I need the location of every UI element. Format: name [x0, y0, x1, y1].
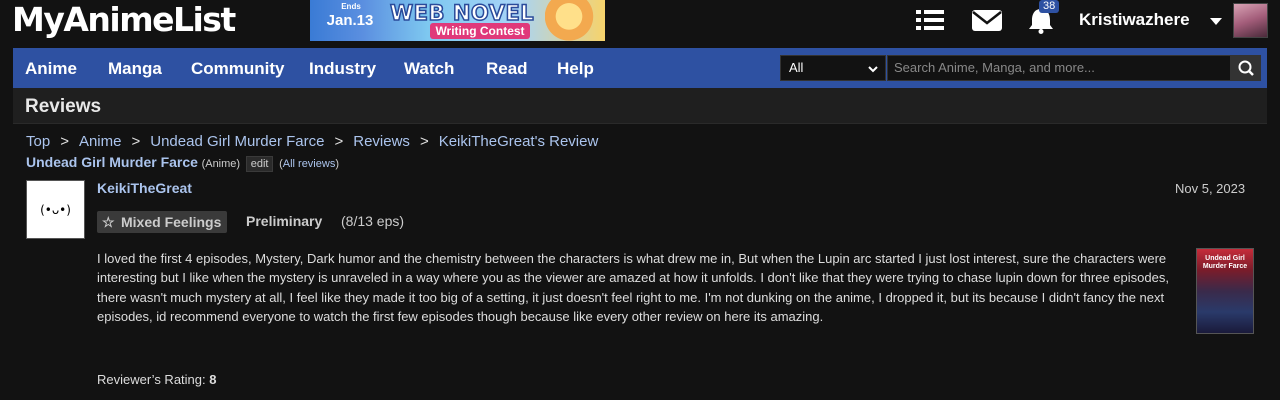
breadcrumb-top[interactable]: Top [26, 133, 50, 150]
paren-close: ) [335, 158, 339, 170]
site-header: MyAnimeList Ends Jan.13 WEB NOVEL Writin… [0, 0, 1280, 46]
anime-title-link[interactable]: Undead Girl Murder Farce [26, 154, 198, 170]
star-icon: ☆ [102, 214, 115, 230]
list-icon[interactable] [914, 6, 948, 34]
search-input[interactable]: Search Anime, Manga, and more... [887, 55, 1231, 81]
media-type: (Anime) [201, 158, 241, 170]
review-tag-label: Mixed Feelings [121, 214, 222, 230]
review-date: Nov 5, 2023 [1175, 181, 1246, 196]
search-icon [1238, 60, 1254, 76]
main-nav: Anime Manga Community Industry Watch Rea… [13, 48, 1267, 88]
banner-subtitle: Writing Contest [430, 23, 530, 39]
rating-value: 8 [209, 372, 217, 387]
preliminary-label: Preliminary [246, 213, 323, 229]
cover-title: Undead Girl Murder Farce [1202, 255, 1248, 270]
mail-icon[interactable] [970, 6, 1004, 34]
review-tag: ☆ Mixed Feelings [97, 211, 228, 233]
search-category-value: All [789, 60, 804, 75]
search-category-select[interactable]: All [780, 55, 886, 81]
breadcrumb: Top > Anime > Undead Girl Murder Farce > Revie… [26, 133, 598, 150]
breadcrumb-separator: > [334, 133, 344, 150]
breadcrumb-separator: > [131, 133, 141, 150]
banner-title: WEB NOVEL [389, 0, 535, 26]
chevron-down-icon [867, 60, 879, 84]
reviewer-rating: Reviewer’s Rating: 8 [97, 372, 216, 387]
banner-ends: Ends [341, 2, 361, 11]
rating-label: Reviewer’s Rating: [97, 372, 206, 387]
breadcrumb-separator: > [60, 133, 69, 150]
nav-community[interactable]: Community [191, 59, 285, 79]
nav-anime[interactable]: Anime [25, 59, 77, 79]
contest-banner[interactable]: Ends Jan.13 WEB NOVEL Writing Contest [310, 0, 605, 41]
nav-manga[interactable]: Manga [108, 59, 162, 79]
reviewer-avatar[interactable]: (•ᴗ•) [26, 180, 85, 239]
anime-cover-image[interactable]: Undead Girl Murder Farce [1196, 248, 1254, 334]
nav-read[interactable]: Read [486, 59, 528, 79]
all-reviews-link[interactable]: All reviews [283, 158, 336, 170]
page-header: Reviews [13, 88, 1267, 124]
avatar[interactable] [1233, 3, 1268, 38]
search-button[interactable] [1231, 55, 1261, 81]
breadcrumb-reviews[interactable]: Reviews [353, 133, 410, 150]
nav-watch[interactable]: Watch [404, 59, 454, 79]
breadcrumb-review[interactable]: KeikiTheGreat's Review [439, 133, 599, 150]
breadcrumb-title[interactable]: Undead Girl Murder Farce [150, 133, 324, 150]
review-text: I loved the first 4 episodes, Mystery, D… [97, 251, 1169, 324]
banner-date: Jan.13 [326, 12, 374, 29]
episode-progress: (8/13 eps) [341, 213, 405, 229]
breadcrumb-separator: > [419, 133, 429, 150]
site-logo[interactable]: MyAnimeList [12, 0, 236, 40]
anime-subline: Undead Girl Murder Farce (Anime) edit (A… [26, 154, 339, 172]
nav-help[interactable]: Help [557, 59, 594, 79]
page-title: Reviews [25, 96, 102, 117]
banner-character-image [545, 0, 605, 41]
nav-industry[interactable]: Industry [309, 59, 376, 79]
username[interactable]: Kristiwazhere [1079, 10, 1190, 30]
reviewer-name[interactable]: KeikiTheGreat [97, 180, 192, 196]
edit-button[interactable]: edit [245, 156, 274, 172]
notification-badge: 38 [1039, 0, 1060, 13]
breadcrumb-anime[interactable]: Anime [79, 133, 122, 150]
chevron-down-icon[interactable] [1210, 18, 1222, 25]
